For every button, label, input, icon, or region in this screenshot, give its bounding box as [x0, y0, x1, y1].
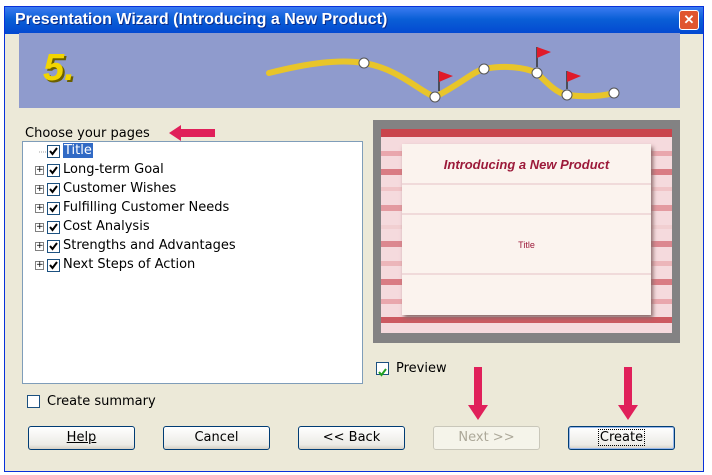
expand-icon[interactable]: + [35, 242, 44, 251]
tree-item-label: Cost Analysis [63, 219, 150, 234]
tree-item-label: Fulfilling Customer Needs [63, 200, 230, 215]
slide-title: Introducing a New Product [443, 157, 610, 172]
preview-label: Preview [396, 361, 447, 376]
help-button-label: Help [66, 430, 97, 445]
next-button[interactable]: Next >> [433, 426, 540, 450]
preview-pane: Introducing a New Product Title [373, 120, 680, 343]
back-button[interactable]: << Back [298, 426, 405, 450]
checkmark-icon [378, 368, 387, 377]
page-checkbox[interactable] [47, 183, 60, 196]
create-button-label: Create [597, 429, 646, 446]
page-checkbox[interactable] [47, 259, 60, 272]
window-title: Presentation Wizard (Introducing a New P… [15, 11, 388, 28]
slide-subtitle: Title [518, 240, 535, 250]
tree-item[interactable]: Title [23, 143, 353, 162]
slide-preview: Introducing a New Product Title [381, 129, 672, 333]
pages-tree[interactable]: Title + Long-term Goal + Customer Wishes + Ful… [22, 141, 363, 384]
page-checkbox[interactable] [47, 202, 60, 215]
checkmark-icon [49, 223, 58, 232]
tree-item[interactable]: + Cost Analysis [23, 219, 353, 238]
tree-item-label: Long-term Goal [63, 162, 164, 177]
red-arrow-icon [618, 367, 638, 420]
slide-card: Introducing a New Product Title [402, 144, 651, 315]
checkmark-icon [49, 185, 58, 194]
tree-item-label: Strengths and Advantages [63, 238, 236, 253]
tree-item[interactable]: + Fulfilling Customer Needs [23, 200, 353, 219]
close-button[interactable]: ✕ [679, 10, 699, 30]
choose-pages-label: Choose your pages [25, 126, 150, 141]
title-bar[interactable]: Presentation Wizard (Introducing a New P… [5, 7, 703, 34]
progress-road-graphic [266, 47, 620, 103]
expand-icon[interactable]: + [35, 166, 44, 175]
checkmark-icon [49, 242, 58, 251]
red-arrow-icon [468, 367, 488, 420]
checkmark-icon [49, 166, 58, 175]
page-checkbox[interactable] [47, 145, 60, 158]
tree-item[interactable]: + Strengths and Advantages [23, 238, 353, 257]
tree-item[interactable]: + Next Steps of Action [23, 257, 353, 276]
red-arrow-icon [169, 125, 215, 141]
expand-icon[interactable]: + [35, 185, 44, 194]
page-checkbox[interactable] [47, 240, 60, 253]
tree-item-label: Customer Wishes [63, 181, 177, 196]
tree-item-label: Next Steps of Action [63, 257, 196, 272]
create-summary-checkbox[interactable] [27, 395, 40, 408]
create-summary-label: Create summary [47, 394, 156, 409]
expand-icon[interactable]: + [35, 261, 44, 270]
wizard-banner: 5. [19, 33, 680, 108]
red-flag-icon [566, 71, 581, 89]
help-button[interactable]: Help [28, 426, 135, 450]
page-checkbox[interactable] [47, 164, 60, 177]
expand-icon[interactable]: + [35, 204, 44, 213]
expand-icon[interactable]: + [35, 223, 44, 232]
red-flag-icon [536, 47, 551, 67]
tree-item[interactable]: + Customer Wishes [23, 181, 353, 200]
checkmark-icon [49, 147, 58, 156]
page-checkbox[interactable] [47, 221, 60, 234]
preview-checkbox[interactable] [376, 362, 389, 377]
tree-item[interactable]: + Long-term Goal [23, 162, 353, 181]
checkmark-icon [49, 261, 58, 270]
tree-item-label: Title [63, 143, 93, 158]
checkmark-icon [49, 204, 58, 213]
cancel-button[interactable]: Cancel [163, 426, 270, 450]
create-button[interactable]: Create [568, 426, 675, 450]
